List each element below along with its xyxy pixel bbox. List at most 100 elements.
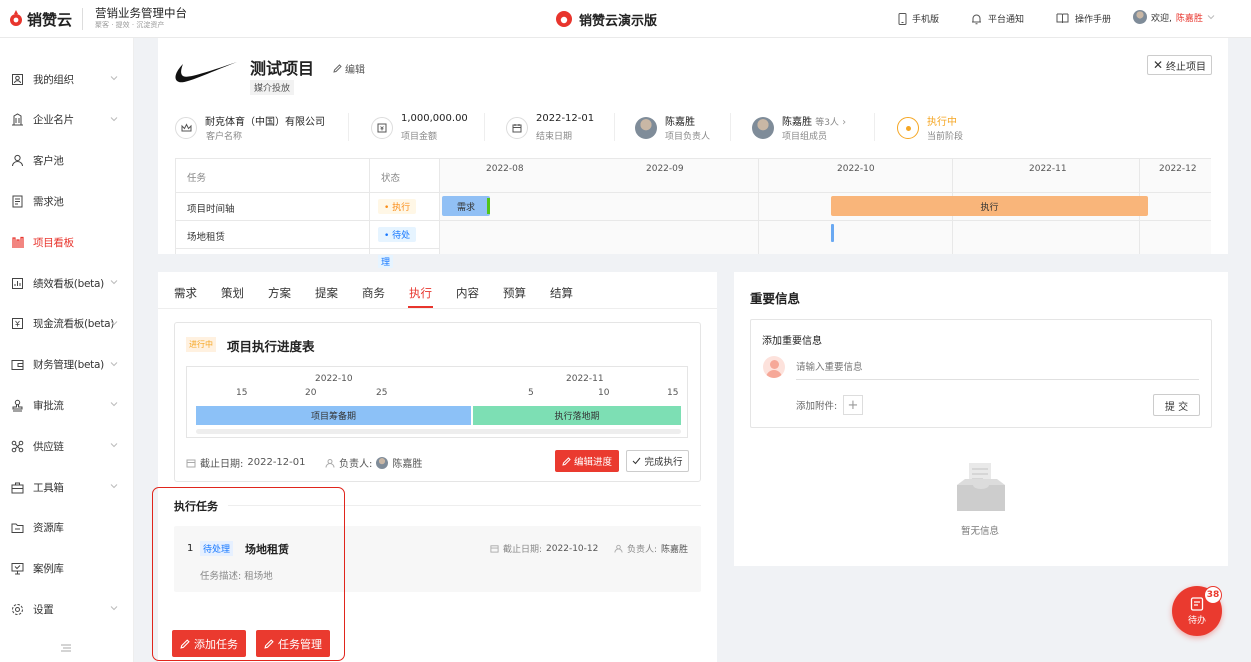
tab[interactable]: 策划 (221, 285, 244, 301)
tab[interactable]: 方案 (268, 285, 291, 301)
gantt-bar-execute[interactable]: 执行 (831, 196, 1148, 216)
gantt-bar-demand[interactable]: 需求 (442, 196, 490, 216)
tab[interactable]: 预算 (503, 285, 526, 301)
kanban-icon (11, 236, 24, 249)
sidebar-item-label: 需求池 (33, 195, 64, 208)
user-name: 陈嘉胜 (1175, 13, 1203, 24)
deadline-value: 2022-12-01 (247, 457, 306, 468)
progress-day: 5 (528, 388, 534, 398)
plus-icon[interactable]: + (843, 395, 863, 415)
edit-title-button[interactable]: 编辑 (333, 61, 365, 76)
mobile-link[interactable]: 手机版 (898, 12, 939, 25)
folder-icon (11, 521, 24, 534)
terminate-project-button[interactable]: ✕ 终止项目 (1147, 55, 1212, 75)
tab[interactable]: 结算 (550, 285, 573, 301)
gantt-bar-venue[interactable] (831, 224, 834, 242)
calendar-icon (186, 458, 196, 468)
sidebar-item[interactable]: 绩效看板(beta) (0, 268, 134, 298)
status-text-tail: 理 (378, 255, 394, 268)
owner-value: 陈嘉胜 (661, 545, 689, 555)
sidebar-item[interactable]: 财务管理(beta) (0, 350, 134, 380)
edit-progress-button[interactable]: 编辑进度 (555, 450, 619, 472)
sidebar-item[interactable]: 设置 (0, 594, 134, 624)
tab[interactable]: 商务 (362, 285, 385, 301)
tab[interactable]: 内容 (456, 285, 479, 301)
sidebar-item-label: 工具箱 (33, 481, 64, 494)
divider (176, 248, 439, 249)
tab[interactable]: 需求 (174, 285, 197, 301)
progress-day: 15 (667, 388, 679, 398)
pencil-icon (333, 64, 342, 73)
gantt-col-status: 状态 (381, 173, 401, 184)
book-icon (1056, 13, 1069, 24)
money-icon (371, 117, 393, 139)
gantt-marker (487, 198, 490, 214)
gantt-month: 2022-11 (1029, 164, 1067, 174)
user-menu[interactable]: 欢迎, 陈嘉胜 (1133, 10, 1215, 24)
phase-bar-execute[interactable]: 执行落地期 (473, 406, 681, 425)
logo-text: 销赞云 (27, 11, 73, 29)
monitor-icon (11, 562, 24, 575)
stat-value: 陈嘉胜 等3人 › (782, 113, 846, 128)
chevron-down-icon (110, 401, 118, 407)
chain-icon (11, 440, 24, 453)
important-input[interactable] (796, 356, 1199, 380)
sidebar-item-label: 项目看板 (33, 236, 74, 249)
todo-label: 待办 (1187, 616, 1206, 626)
sidebar-item[interactable]: 项目看板 (0, 227, 134, 257)
empty-text: 暂无信息 (961, 526, 1000, 537)
gear-icon (11, 603, 24, 616)
chevron-down-icon (110, 442, 118, 448)
sidebar-item-label: 案例库 (33, 563, 64, 576)
phase-label: 执行落地期 (554, 412, 600, 422)
sidebar-item[interactable]: 企业名片 (0, 105, 134, 135)
sidebar-item[interactable]: 工具箱 (0, 472, 134, 502)
task-deadline: 截止日期: 2022-10-12 (490, 542, 598, 555)
progress-title: 项目执行进度表 (227, 339, 315, 354)
calendar-icon (506, 117, 528, 139)
chevron-down-icon (110, 361, 118, 367)
notify-link[interactable]: 平台通知 (971, 12, 1024, 25)
stat-value: 执行中 (927, 117, 957, 128)
sidebar-item[interactable]: 案例库 (0, 554, 134, 584)
divider (82, 8, 83, 30)
sidebar-item-label: 绩效看板(beta) (33, 277, 104, 290)
collapse-icon[interactable] (61, 644, 71, 652)
system-subtitle: 聚客 · 提效 · 沉淀资产 (95, 21, 165, 29)
stat-key: 客户名称 (206, 132, 243, 142)
chevron-down-icon (110, 279, 118, 285)
sidebar-item[interactable]: 供应链 (0, 431, 134, 461)
progress-month: 2022-10 (315, 374, 353, 384)
member-extra: 等3人 (815, 118, 839, 128)
sidebar-item-label: 设置 (33, 603, 54, 616)
chevron-down-icon (110, 483, 118, 489)
avatar (1133, 10, 1147, 24)
sidebar-item[interactable]: 需求池 (0, 186, 134, 216)
status-text: 待处 (392, 231, 411, 241)
welcome-label: 欢迎, (1151, 13, 1172, 24)
sidebar-item[interactable]: 审批流 (0, 390, 134, 420)
submit-button[interactable]: 提 交 (1153, 394, 1200, 416)
sidebar-item[interactable]: 资源库 (0, 513, 134, 543)
sidebar-item[interactable]: 我的组织 (0, 64, 134, 94)
sidebar-item[interactable]: 客户池 (0, 146, 134, 176)
tab[interactable]: 提案 (315, 285, 338, 301)
manual-link[interactable]: 操作手册 (1056, 12, 1111, 25)
stage-icon (897, 117, 919, 139)
divider (176, 220, 1211, 221)
divider (176, 192, 1211, 193)
sidebar-item-label: 客户池 (33, 155, 64, 168)
complete-execution-button[interactable]: 完成执行 (626, 450, 689, 472)
tab[interactable]: 执行 (409, 285, 432, 301)
scrollbar[interactable] (196, 429, 681, 434)
manual-label: 操作手册 (1075, 15, 1112, 25)
top-bar: 销赞云 营销业务管理中台 聚客 · 提效 · 沉淀资产 销赞云演示版 手机版 平… (0, 0, 1251, 38)
phase-label: 项目筹备期 (310, 412, 356, 422)
stamp-icon (11, 399, 24, 412)
project-tag: 媒介投放 (250, 80, 295, 95)
bell-icon (971, 13, 982, 25)
phase-bar-prepare[interactable]: 项目筹备期 (196, 406, 471, 425)
sidebar-item[interactable]: 现金流看板(beta) (0, 309, 134, 339)
sidebar-item-label: 资源库 (33, 522, 64, 535)
sidebar-item-label: 现金流看板(beta) (33, 318, 115, 331)
